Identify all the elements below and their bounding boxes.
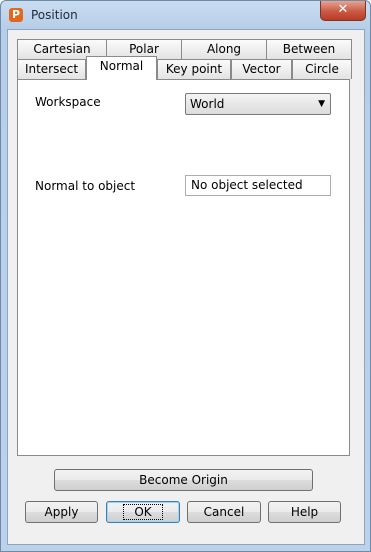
tab-vector[interactable]: Vector	[231, 59, 292, 79]
workspace-selected-value: World	[190, 97, 225, 111]
become-origin-button[interactable]: Become Origin	[54, 469, 313, 491]
ok-button-label: OK	[123, 504, 163, 520]
normal-object-field[interactable]: No object selected	[185, 175, 331, 196]
normal-to-object-label: Normal to object	[35, 179, 136, 193]
window-title: Position	[31, 8, 78, 22]
chevron-down-icon: ▼	[318, 99, 325, 109]
tab-intersect[interactable]: Intersect	[17, 59, 86, 79]
tab-along[interactable]: Along	[181, 39, 267, 59]
cancel-button[interactable]: Cancel	[187, 501, 261, 523]
apply-button[interactable]: Apply	[25, 501, 98, 523]
help-button[interactable]: Help	[268, 501, 341, 523]
workspace-select[interactable]: World ▼	[185, 93, 331, 115]
close-button[interactable]: ✕	[320, 1, 366, 21]
normal-tab-panel	[17, 79, 350, 456]
app-icon: P	[9, 8, 23, 22]
tab-circle[interactable]: Circle	[292, 59, 352, 79]
tab-between[interactable]: Between	[266, 39, 352, 59]
ok-button[interactable]: OK	[106, 501, 180, 523]
title-bar[interactable]: P Position ✕	[1, 1, 370, 31]
tab-key-point[interactable]: Key point	[157, 59, 231, 79]
tab-normal[interactable]: Normal	[86, 56, 157, 80]
workspace-label: Workspace	[35, 95, 101, 109]
